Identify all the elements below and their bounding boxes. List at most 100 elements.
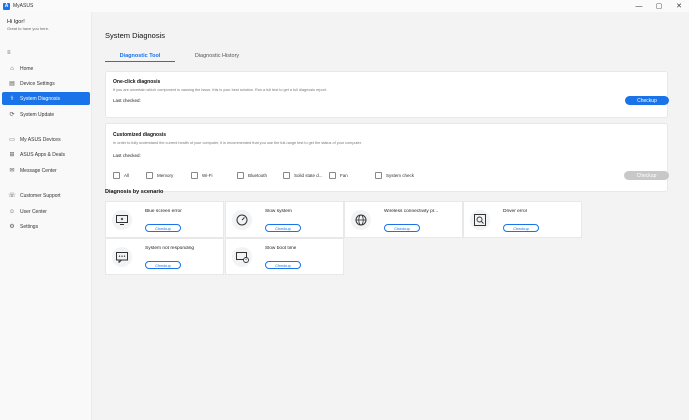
checkbox-memory[interactable]: Memory [146, 172, 173, 179]
main-content: System Diagnosis Diagnostic Tool Diagnos… [93, 12, 689, 420]
checkbox-box[interactable] [191, 172, 198, 179]
checkbox-box[interactable] [146, 172, 153, 179]
one-click-title: One-click diagnosis [113, 79, 161, 85]
customized-last-checked: Last checked: [113, 153, 141, 158]
scenario-card-blue-screen: Blue screen error Checkup [105, 201, 224, 238]
checkbox-label: Memory [157, 173, 174, 178]
scenario-checkup-button[interactable]: Checkup [145, 224, 181, 232]
checkbox-label: Bluetooth [248, 173, 268, 178]
scenario-label: System not responding [145, 246, 195, 251]
scenario-card-not-responding: System not responding Checkup [105, 238, 224, 275]
scenario-checkup-button[interactable]: Checkup [503, 224, 539, 232]
update-icon: ⟳ [9, 112, 15, 118]
checkbox-system-check[interactable]: System check [375, 172, 414, 179]
sidebar: Hi Igor! Great to have you here. ≡ ⌂ Hom… [0, 12, 92, 420]
checkbox-box[interactable] [375, 172, 382, 179]
apps-icon: ⊞ [9, 152, 15, 158]
scenario-card-wireless: Wireless connectivity pr... Checkup [344, 201, 463, 238]
chat-dots-icon [112, 247, 132, 267]
tab-diagnostic-tool[interactable]: Diagnostic Tool [105, 50, 175, 62]
sidebar-item-customer-support[interactable]: ☏ Customer Support [2, 189, 90, 202]
sidebar-item-user-center[interactable]: ☺ User Center [2, 205, 90, 218]
scenario-label: Slow boot time [265, 246, 297, 251]
minimize-button[interactable]: — [629, 0, 649, 12]
sidebar-item-label: System Update [20, 111, 55, 118]
checkbox-label: Solid state d... [294, 173, 323, 178]
menu-toggle-icon[interactable]: ≡ [7, 50, 11, 56]
sidebar-item-label: User Center [20, 208, 47, 215]
sidebar-item-asus-apps-deals[interactable]: ⊞ ASUS Apps & Deals [2, 148, 90, 161]
window-controls: — ▢ ✕ [629, 0, 689, 12]
scenario-checkup-button[interactable]: Checkup [265, 224, 301, 232]
home-icon: ⌂ [10, 65, 14, 72]
user-greeting: Hi Igor! Great to have you here. [0, 12, 91, 44]
sidebar-item-label: Message Center [20, 167, 57, 174]
sidebar-item-settings[interactable]: ⚙ Settings [2, 220, 90, 233]
checkbox-solid-state-drive[interactable]: Solid state d... [283, 172, 323, 179]
scenario-label: Wireless connectivity pr... [384, 209, 439, 214]
customized-title: Customized diagnosis [113, 132, 167, 138]
sidebar-item-message-center[interactable]: ✉ Message Center [2, 164, 90, 177]
customized-description: In order to fully understand the current… [113, 141, 362, 145]
speedometer-icon [232, 210, 252, 230]
checkbox-box[interactable] [113, 172, 120, 179]
checkbox-box[interactable] [237, 172, 244, 179]
checkbox-box[interactable] [283, 172, 290, 179]
scenario-label: Slow system [265, 209, 292, 214]
one-click-description: If you are uncertain which component is … [113, 88, 328, 92]
diagnosis-icon: ⚕ [10, 96, 14, 102]
sidebar-item-label: Settings [20, 223, 39, 230]
checkbox-label: Wi-Fi [202, 173, 213, 178]
support-icon: ☏ [8, 193, 16, 199]
checkbox-label: System check [386, 173, 415, 178]
tab-diagnostic-history[interactable]: Diagnostic History [175, 50, 259, 62]
sidebar-item-device-settings[interactable]: ▤ Device Settings [2, 77, 90, 90]
checkbox-label: All [124, 173, 130, 178]
app-title: MyASUS [13, 3, 34, 9]
one-click-last-checked: Last checked: [113, 98, 141, 103]
settings-grid-icon: ▤ [9, 81, 15, 87]
sidebar-item-home[interactable]: ⌂ Home [2, 62, 90, 75]
checkbox-bluetooth[interactable]: Bluetooth [237, 172, 267, 179]
close-button[interactable]: ✕ [669, 0, 689, 12]
one-click-checkup-button[interactable]: Checkup [625, 96, 669, 105]
sidebar-item-label: Device Settings [20, 80, 55, 87]
sidebar-item-label: Home [20, 65, 34, 72]
scenario-card-slow-system: Slow system Checkup [225, 201, 344, 238]
checkbox-label: Fan [340, 173, 348, 178]
page-title: System Diagnosis [105, 31, 166, 40]
title-bar: A MyASUS — ▢ ✕ [0, 0, 689, 12]
checkbox-fan[interactable]: Fan [329, 172, 348, 179]
user-icon: ☺ [8, 208, 16, 215]
one-click-diagnosis-card: One-click diagnosis If you are uncertain… [105, 71, 669, 118]
checkbox-box[interactable] [329, 172, 336, 179]
app-logo-icon: A [3, 2, 10, 10]
sidebar-item-my-asus-devices[interactable]: ▭ My ASUS Devices [2, 133, 90, 146]
sidebar-item-system-update[interactable]: ⟳ System Update [2, 108, 90, 121]
scenario-section-title: Diagnosis by scenario [105, 189, 164, 195]
scenario-checkup-button[interactable]: Checkup [384, 224, 420, 232]
customized-checkup-button[interactable]: Checkup [624, 171, 669, 180]
scenario-checkup-button[interactable]: Checkup [145, 261, 181, 269]
scenario-card-driver-error: Driver error Checkup [463, 201, 582, 238]
sidebar-item-label: ASUS Apps & Deals [20, 151, 66, 158]
user-name: Hi Igor! [7, 19, 25, 25]
checkbox-wifi[interactable]: Wi-Fi [191, 172, 213, 179]
sidebar-item-label: Customer Support [20, 192, 61, 199]
globe-icon [351, 210, 371, 230]
sidebar-item-system-diagnosis[interactable]: ⚕ System Diagnosis [2, 92, 90, 105]
driver-search-icon [470, 210, 490, 230]
user-subtitle: Great to have you here. [7, 26, 50, 31]
tab-bar: Diagnostic Tool Diagnostic History [105, 50, 269, 62]
scenario-label: Driver error [503, 209, 528, 214]
checkbox-all[interactable]: All [113, 172, 129, 179]
scenario-card-slow-boot: Slow boot time Checkup [225, 238, 344, 275]
customized-diagnosis-card: Customized diagnosis In order to fully u… [105, 123, 669, 192]
screen-clock-icon [232, 247, 252, 267]
scenario-label: Blue screen error [145, 209, 182, 214]
sidebar-item-label: System Diagnosis [20, 95, 61, 102]
maximize-button[interactable]: ▢ [649, 0, 669, 12]
message-icon: ✉ [9, 168, 15, 174]
scenario-checkup-button[interactable]: Checkup [265, 261, 301, 269]
gear-icon: ⚙ [9, 224, 15, 230]
